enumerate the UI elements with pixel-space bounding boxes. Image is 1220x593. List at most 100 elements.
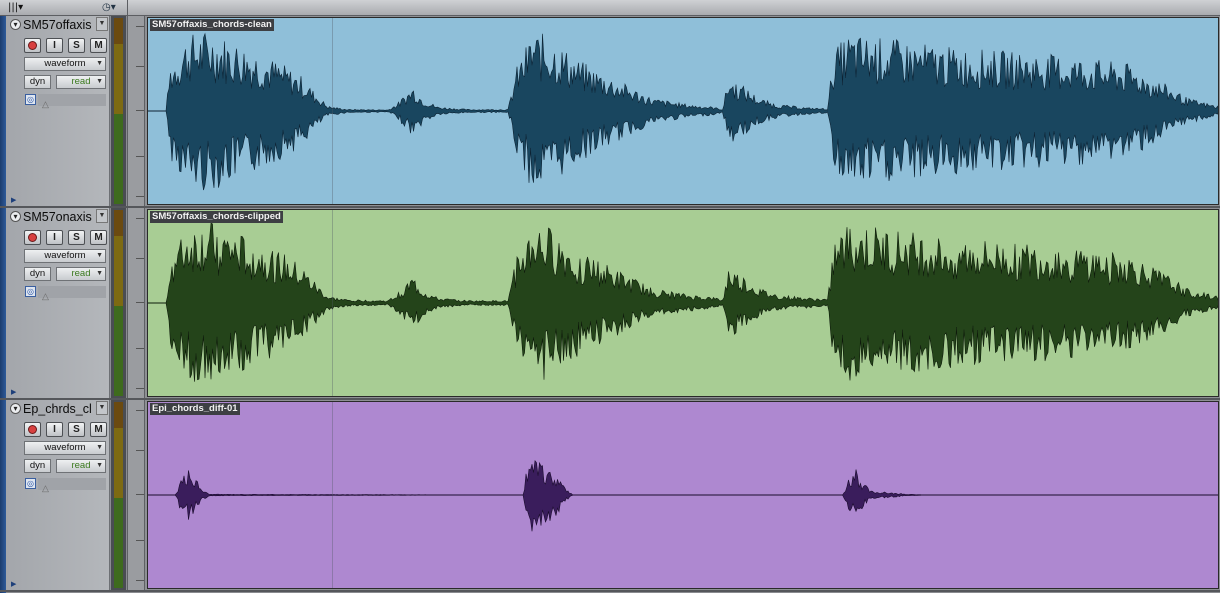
input-monitor-button[interactable]: I — [46, 38, 63, 53]
record-enable-button[interactable] — [24, 230, 41, 245]
track-name[interactable]: SM57onaxis — [23, 209, 93, 225]
track-expand-toggle[interactable]: ▾ — [10, 19, 21, 30]
meter-segment-red — [114, 402, 123, 428]
meter-segment-yellow — [114, 44, 123, 114]
meter-segment-green — [114, 114, 123, 204]
automation-mode-label: read — [71, 268, 91, 279]
voice-glyph-icon: △ — [42, 483, 49, 493]
chevron-down-icon: ▼ — [96, 252, 103, 259]
voice-icon[interactable]: ◎ — [25, 94, 36, 105]
playlist-arrow-icon[interactable]: ▶ — [11, 388, 16, 396]
track-name[interactable]: Ep_chrds_cl — [23, 401, 93, 417]
voice-icon[interactable]: ◎ — [25, 478, 36, 489]
level-meter — [111, 400, 126, 590]
ruler-tick — [136, 302, 144, 303]
audio-clip[interactable]: SM57offaxis_chords-clipped — [147, 209, 1219, 397]
track-lane[interactable]: SM57offaxis_chords-clean — [145, 16, 1220, 206]
automation-mode-select[interactable]: read ▼ — [56, 75, 106, 89]
track-view-select[interactable]: waveform ▼ — [24, 441, 106, 455]
track-expand-toggle[interactable]: ▾ — [10, 211, 21, 222]
track-lane[interactable]: Epi_chords_diff-01 — [145, 400, 1220, 590]
waveform-shape — [148, 32, 1218, 191]
solo-button[interactable]: S — [68, 38, 85, 53]
track-header: ▾ SM57onaxis ▼ I S M waveform ▼ dyn read ▼… — [6, 208, 110, 398]
waveform-shape — [148, 459, 1218, 532]
chevron-down-icon: ▼ — [96, 270, 103, 277]
input-monitor-button[interactable]: I — [46, 230, 63, 245]
ruler-tick — [136, 388, 144, 389]
track-view-label: waveform — [44, 58, 86, 69]
dyn-button[interactable]: dyn — [24, 267, 51, 281]
meter-segment-green — [114, 498, 123, 588]
waveform — [148, 222, 1218, 382]
track-name[interactable]: SM57offaxis — [23, 17, 93, 33]
voice-icon[interactable]: ◎ — [25, 286, 36, 297]
ruler-tick — [136, 540, 144, 541]
clip-name: SM57offaxis_chords-clipped — [150, 211, 283, 223]
timebase-selector-button[interactable]: ◷▾ — [102, 2, 126, 14]
track-separator — [0, 590, 1220, 592]
ruler-tick — [136, 450, 144, 451]
meter-segment-yellow — [114, 428, 123, 498]
track-view-select[interactable]: waveform ▼ — [24, 249, 106, 263]
chevron-down-icon: ▼ — [96, 78, 103, 85]
meter-segment-green — [114, 306, 123, 396]
track-ruler — [127, 400, 145, 590]
ruler-tick — [136, 66, 144, 67]
chevron-down-icon: ▼ — [96, 462, 103, 469]
voice-glyph-icon: △ — [42, 99, 49, 109]
voice-selector[interactable]: △ — [38, 478, 106, 493]
clip-name: Epi_chords_diff-01 — [150, 403, 240, 415]
track-view-selector-button[interactable]: |||▾ — [8, 2, 34, 14]
track: ▾ Ep_chrds_cl ▼ I S M waveform ▼ dyn read… — [0, 400, 1220, 592]
track-name-menu-chevron-down-icon[interactable]: ▼ — [96, 401, 108, 415]
ruler-tick — [136, 218, 144, 219]
record-enable-button[interactable] — [24, 38, 41, 53]
ruler-tick — [136, 196, 144, 197]
audio-clip[interactable]: SM57offaxis_chords-clean — [147, 17, 1219, 205]
automation-mode-label: read — [71, 460, 91, 471]
track-header: ▾ SM57offaxis ▼ I S M waveform ▼ dyn read… — [6, 16, 110, 206]
track-expand-toggle[interactable]: ▾ — [10, 403, 21, 414]
track-view-label: waveform — [44, 250, 86, 261]
solo-button[interactable]: S — [68, 422, 85, 437]
record-icon — [28, 425, 37, 434]
track-view-select[interactable]: waveform ▼ — [24, 57, 106, 71]
automation-mode-select[interactable]: read ▼ — [56, 459, 106, 473]
ruler-tick — [136, 156, 144, 157]
meter-segment-red — [114, 18, 123, 44]
dyn-button[interactable]: dyn — [24, 459, 51, 473]
track-lane[interactable]: SM57offaxis_chords-clipped — [145, 208, 1220, 398]
toolbar-divider — [127, 0, 128, 16]
chevron-down-icon: ▼ — [96, 444, 103, 451]
track-name-menu-chevron-down-icon[interactable]: ▼ — [96, 17, 108, 31]
automation-mode-label: read — [71, 76, 91, 87]
voice-selector[interactable]: △ — [38, 286, 106, 301]
input-monitor-button[interactable]: I — [46, 422, 63, 437]
record-icon — [28, 233, 37, 242]
mute-button[interactable]: M — [90, 230, 107, 245]
track-name-menu-chevron-down-icon[interactable]: ▼ — [96, 209, 108, 223]
meter-segment-red — [114, 210, 123, 236]
chevron-down-icon: ▼ — [96, 60, 103, 67]
waveform — [148, 459, 1218, 532]
audio-clip[interactable]: Epi_chords_diff-01 — [147, 401, 1219, 589]
waveform — [148, 32, 1218, 191]
solo-button[interactable]: S — [68, 230, 85, 245]
dyn-button[interactable]: dyn — [24, 75, 51, 89]
playlist-arrow-icon[interactable]: ▶ — [11, 196, 16, 204]
automation-mode-select[interactable]: read ▼ — [56, 267, 106, 281]
mute-button[interactable]: M — [90, 38, 107, 53]
track-view-label: waveform — [44, 442, 86, 453]
level-meter — [111, 208, 126, 398]
voice-selector[interactable]: △ — [38, 94, 106, 109]
ruler-tick — [136, 580, 144, 581]
timeline-marker-line — [332, 210, 333, 396]
record-enable-button[interactable] — [24, 422, 41, 437]
ruler-tick — [136, 348, 144, 349]
waveform-shape — [148, 222, 1218, 382]
ruler-tick — [136, 258, 144, 259]
playlist-arrow-icon[interactable]: ▶ — [11, 580, 16, 588]
mute-button[interactable]: M — [90, 422, 107, 437]
timeline-marker-line — [332, 402, 333, 588]
